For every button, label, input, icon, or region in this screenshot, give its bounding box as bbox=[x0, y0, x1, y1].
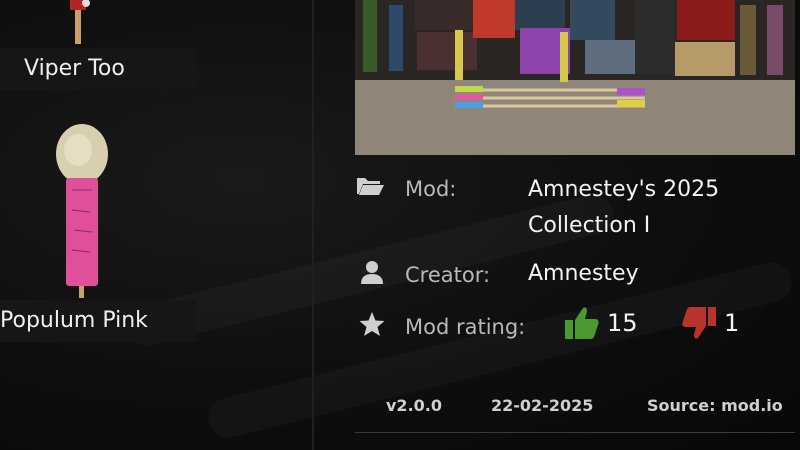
rating-label: Mod rating: bbox=[405, 315, 526, 339]
firework-name: Populum Pink bbox=[0, 300, 196, 342]
dislike-count: 1 bbox=[724, 309, 740, 337]
mod-name: Amnestey's 2025 Collection I bbox=[528, 172, 719, 244]
rating-row: Mod rating: bbox=[355, 310, 525, 344]
folder-open-icon bbox=[355, 172, 389, 200]
firework-item-populum-pink[interactable]: Populum Pink bbox=[0, 120, 200, 345]
mod-label: Mod: bbox=[405, 177, 457, 201]
firework-item-viper-too[interactable]: Viper Too bbox=[0, 0, 200, 92]
firework-thumbnail bbox=[70, 0, 90, 44]
creator-label: Creator: bbox=[405, 263, 491, 287]
mod-date: 22-02-2025 bbox=[491, 396, 594, 415]
panel-divider bbox=[312, 0, 314, 450]
mod-name-line: Collection I bbox=[528, 213, 651, 238]
user-icon bbox=[355, 258, 389, 286]
mod-preview-image bbox=[355, 0, 795, 155]
star-icon bbox=[355, 310, 389, 338]
mod-row: Mod: bbox=[355, 172, 456, 206]
mod-version: v2.0.0 bbox=[386, 396, 442, 415]
like-button[interactable]: 15 bbox=[563, 305, 638, 341]
creator-name[interactable]: Amnestey bbox=[528, 256, 639, 292]
like-count: 15 bbox=[607, 309, 638, 337]
thumbs-up-icon bbox=[565, 307, 599, 339]
firework-thumbnail bbox=[56, 124, 108, 298]
footer-divider bbox=[355, 432, 795, 433]
mod-name-line: Amnestey's 2025 bbox=[528, 177, 720, 202]
mod-source-link[interactable]: Source: mod.io bbox=[647, 396, 783, 415]
preview-scene bbox=[355, 0, 795, 155]
creator-row: Creator: bbox=[355, 258, 490, 292]
thumbs-down-icon bbox=[682, 307, 716, 339]
dislike-button[interactable]: 1 bbox=[680, 305, 739, 341]
firework-name: Viper Too bbox=[0, 48, 196, 90]
